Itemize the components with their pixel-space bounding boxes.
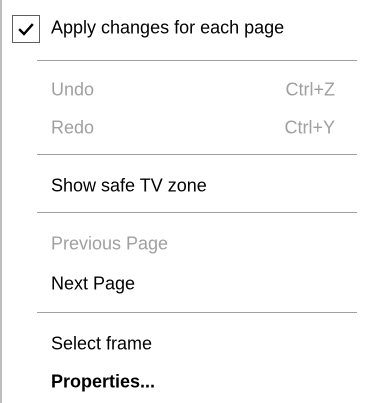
menu-item-show-safe-tv-zone[interactable]: Show safe TV zone [2, 168, 376, 204]
menu-item-label: Properties... [51, 371, 156, 392]
context-menu: Apply changes for each page Undo Ctrl+Z … [2, 0, 376, 403]
menu-item-label: Previous Page [51, 233, 169, 254]
menu-separator [37, 154, 357, 156]
menu-item-label: Show safe TV zone [51, 175, 207, 196]
menu-item-previous-page[interactable]: Previous Page [2, 226, 376, 262]
menu-item-next-page[interactable]: Next Page [2, 266, 376, 302]
menu-item-label: Undo [51, 79, 95, 100]
menu-separator [37, 312, 357, 314]
checkmark-icon [18, 23, 34, 36]
menu-item-redo[interactable]: Redo Ctrl+Y [2, 110, 376, 146]
menu-separator [37, 60, 357, 62]
menu-item-label: Apply changes for each page [51, 17, 285, 38]
checkbox-checked[interactable] [12, 15, 40, 43]
menu-separator [37, 212, 357, 214]
menu-item-properties[interactable]: Properties... [2, 364, 376, 400]
menu-item-undo[interactable]: Undo Ctrl+Z [2, 72, 376, 108]
menu-item-label: Select frame [51, 333, 153, 354]
menu-item-shortcut: Ctrl+Z [285, 79, 336, 100]
menu-item-label: Next Page [51, 273, 136, 294]
menu-item-label: Redo [51, 117, 95, 138]
menu-item-shortcut: Ctrl+Y [284, 117, 335, 138]
menu-item-select-frame[interactable]: Select frame [2, 326, 376, 362]
menu-item-apply-changes[interactable]: Apply changes for each page [2, 10, 376, 46]
